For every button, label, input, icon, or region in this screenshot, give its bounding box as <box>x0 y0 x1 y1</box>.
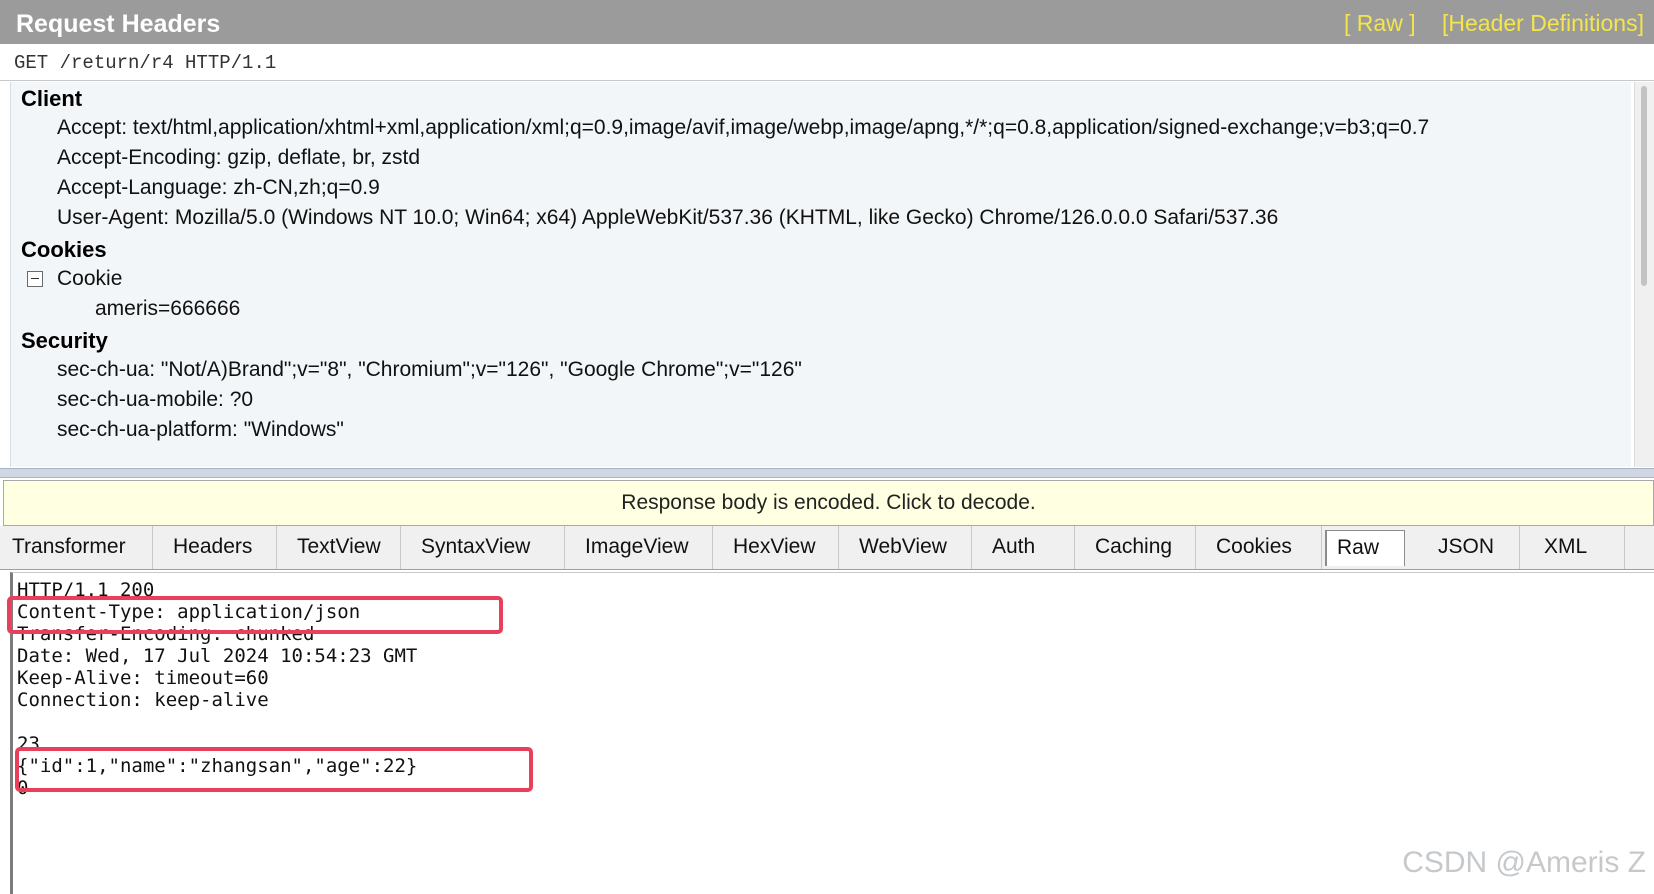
tab-webview[interactable]: WebView <box>839 526 972 569</box>
tab-headers[interactable]: Headers <box>153 526 277 569</box>
decode-notice[interactable]: Response body is encoded. Click to decod… <box>3 480 1654 526</box>
watermark: CSDN @Ameris Z <box>1402 846 1646 879</box>
header-item[interactable]: Accept-Language: zh-CN,zh;q=0.9 <box>57 176 380 200</box>
tab-hexview[interactable]: HexView <box>713 526 839 569</box>
headers-scrollbar[interactable] <box>1634 82 1654 467</box>
raw-line: Connection: keep-alive <box>17 689 269 711</box>
tab-syntaxview[interactable]: SyntaxView <box>401 526 565 569</box>
header-item[interactable]: Accept-Encoding: gzip, deflate, br, zstd <box>57 146 420 170</box>
tab-imageview[interactable]: ImageView <box>565 526 713 569</box>
tab-xml[interactable]: XML <box>1520 526 1625 569</box>
request-line-text: GET /return/r4 HTTP/1.1 <box>14 52 277 74</box>
header-item[interactable]: sec-ch-ua-mobile: ?0 <box>57 388 253 412</box>
raw-link[interactable]: [ Raw ] <box>1344 10 1416 36</box>
tab-raw[interactable]: Raw <box>1325 530 1405 566</box>
header-item[interactable]: sec-ch-ua-platform: "Windows" <box>57 418 344 442</box>
raw-line: Date: Wed, 17 Jul 2024 10:54:23 GMT <box>17 645 418 667</box>
header-definitions-link[interactable]: [Header Definitions] <box>1442 10 1644 36</box>
tab-caching[interactable]: Caching <box>1075 526 1196 569</box>
tab-cookies[interactable]: Cookies <box>1196 526 1322 569</box>
header-item[interactable]: User-Agent: Mozilla/5.0 (Windows NT 10.0… <box>57 206 1278 230</box>
headers-tree: Client Accept: text/html,application/xht… <box>10 82 1631 467</box>
request-headers-bar: Request Headers [ Raw ] [Header Definiti… <box>0 0 1654 44</box>
request-line: GET /return/r4 HTTP/1.1 <box>0 46 1654 81</box>
tab-auth[interactable]: Auth <box>972 526 1075 569</box>
highlight-box-content-type <box>7 596 503 634</box>
scrollbar-thumb[interactable] <box>1641 86 1647 286</box>
header-item[interactable]: sec-ch-ua: "Not/A)Brand";v="8", "Chromiu… <box>57 358 802 382</box>
response-tabs: Transformer Headers TextView SyntaxView … <box>0 526 1654 570</box>
group-security[interactable]: Security <box>21 328 108 354</box>
tab-textview[interactable]: TextView <box>277 526 401 569</box>
cookie-node[interactable]: Cookie <box>57 267 122 291</box>
request-headers-title: Request Headers <box>16 10 221 38</box>
tab-json[interactable]: JSON <box>1410 526 1520 569</box>
collapse-icon[interactable] <box>27 271 43 287</box>
group-client[interactable]: Client <box>21 86 82 112</box>
header-item[interactable]: Accept: text/html,application/xhtml+xml,… <box>57 116 1429 140</box>
cookie-value[interactable]: ameris=666666 <box>95 297 240 321</box>
highlight-box-json-body <box>15 747 533 792</box>
group-cookies[interactable]: Cookies <box>21 237 107 263</box>
tab-transformer[interactable]: Transformer <box>0 526 153 569</box>
header-links: [ Raw ] [Header Definitions] <box>1324 10 1644 37</box>
raw-line: Keep-Alive: timeout=60 <box>17 667 269 689</box>
pane-splitter[interactable] <box>0 468 1654 478</box>
